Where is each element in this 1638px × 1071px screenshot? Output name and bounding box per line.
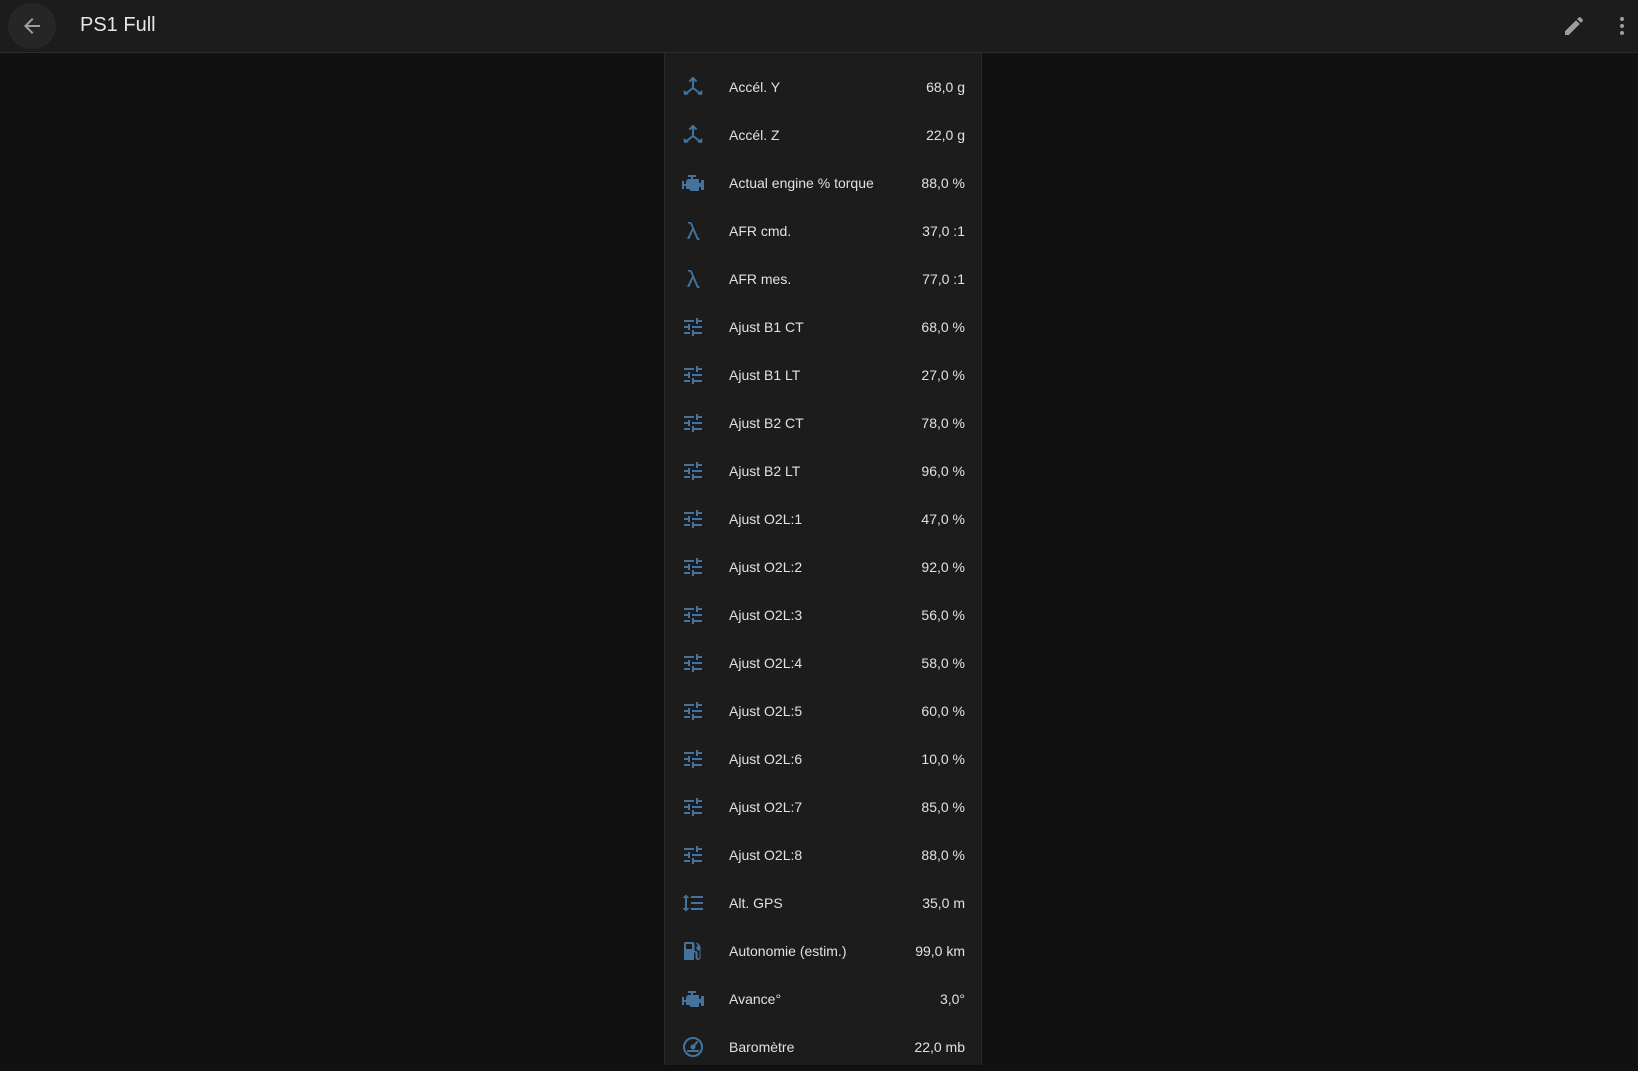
- edit-button[interactable]: [1556, 8, 1592, 44]
- entity-row[interactable]: AFR cmd. 37,0 :1: [665, 207, 981, 255]
- entity-value: 99,0 km: [915, 943, 965, 959]
- lambda-icon: [681, 267, 705, 291]
- entity-name: Accél. Z: [729, 127, 780, 143]
- entity-value: 10,0 %: [921, 751, 965, 767]
- entity-row[interactable]: Ajust O2L:8 88,0 %: [665, 831, 981, 879]
- entity-value: 47,0 %: [921, 511, 965, 527]
- more-options-button[interactable]: [1608, 8, 1636, 44]
- entity-name: Ajust B1 CT: [729, 319, 804, 335]
- entity-row[interactable]: Ajust O2L:5 60,0 %: [665, 687, 981, 735]
- format-line-spacing-icon: [681, 891, 705, 915]
- tune-icon: [681, 411, 705, 435]
- entity-value: 35,0 m: [922, 895, 965, 911]
- entity-row[interactable]: Ajust B1 LT 27,0 %: [665, 351, 981, 399]
- entity-name: Alt. GPS: [729, 895, 783, 911]
- entity-name: Ajust O2L:6: [729, 751, 803, 767]
- engine-icon: [681, 987, 705, 1011]
- entity-value: 78,0 %: [921, 415, 965, 431]
- page-title: PS1 Full: [80, 14, 156, 36]
- entity-value: 88,0 %: [921, 175, 965, 191]
- entity-name: Baromètre: [729, 1039, 795, 1055]
- entity-row[interactable]: Ajust B1 CT 68,0 %: [665, 303, 981, 351]
- entity-value: 58,0 %: [921, 655, 965, 671]
- entity-name: AFR cmd.: [729, 223, 792, 239]
- tune-icon: [681, 747, 705, 771]
- tune-icon: [681, 363, 705, 387]
- tune-icon: [681, 315, 705, 339]
- toolbar: PS1 Full: [0, 0, 1638, 53]
- entity-value: 68,0 %: [921, 319, 965, 335]
- entity-value: 22,0 g: [926, 127, 965, 143]
- entity-row[interactable]: Ajust O2L:4 58,0 %: [665, 639, 981, 687]
- tune-icon: [681, 459, 705, 483]
- entity-row[interactable]: Accél. Y 68,0 g: [665, 63, 981, 111]
- entity-row[interactable]: Ajust B2 CT 78,0 %: [665, 399, 981, 447]
- entity-row[interactable]: Ajust O2L:3 56,0 %: [665, 591, 981, 639]
- entity-row[interactable]: Autonomie (estim.) 99,0 km: [665, 927, 981, 975]
- arrow-left-icon: [20, 14, 44, 38]
- entity-row[interactable]: Ajust O2L:1 47,0 %: [665, 495, 981, 543]
- tune-icon: [681, 795, 705, 819]
- entity-value: 3,0°: [939, 991, 965, 1007]
- entity-row[interactable]: Avance° 3,0°: [665, 975, 981, 1023]
- entity-name: Ajust B2 LT: [729, 463, 801, 479]
- entity-row[interactable]: AFR mes. 77,0 :1: [665, 255, 981, 303]
- entity-name: Ajust O2L:4: [729, 655, 803, 671]
- entity-value: 68,0 g: [926, 79, 965, 95]
- entity-row[interactable]: Accél. Z 22,0 g: [665, 111, 981, 159]
- entity-value: 22,0 mb: [914, 1039, 965, 1055]
- entity-name: Ajust O2L:3: [729, 607, 803, 623]
- entity-value: 96,0 %: [921, 463, 965, 479]
- entity-value: 85,0 %: [921, 799, 965, 815]
- axis-arrow-icon: [681, 75, 705, 99]
- entity-name: Ajust O2L:1: [729, 511, 803, 527]
- entity-value: 77,0 :1: [922, 271, 965, 287]
- engine-icon: [681, 171, 705, 195]
- back-button[interactable]: [8, 3, 56, 49]
- entity-name: Ajust O2L:2: [729, 559, 803, 575]
- entity-row[interactable]: Ajust O2L:6 10,0 %: [665, 735, 981, 783]
- entity-name: Accél. Y: [729, 79, 781, 95]
- entity-row[interactable]: Actual engine % torque 88,0 %: [665, 159, 981, 207]
- axis-arrow-icon: [681, 123, 705, 147]
- entity-value: 37,0 :1: [922, 223, 965, 239]
- entity-name: Ajust O2L:5: [729, 703, 803, 719]
- entity-name: Ajust O2L:7: [729, 799, 803, 815]
- entity-row[interactable]: Ajust O2L:7 85,0 %: [665, 783, 981, 831]
- lambda-icon: [681, 219, 705, 243]
- entity-name: AFR mes.: [729, 271, 792, 287]
- entity-row[interactable]: Ajust O2L:2 92,0 %: [665, 543, 981, 591]
- entity-name: Ajust O2L:8: [729, 847, 803, 863]
- entity-row[interactable]: Baromètre 22,0 mb: [665, 1023, 981, 1071]
- entity-name: Actual engine % torque: [729, 175, 874, 191]
- entity-name: Ajust B1 LT: [729, 367, 801, 383]
- pencil-icon: [1562, 14, 1586, 38]
- entity-name: Avance°: [729, 991, 782, 1007]
- gauge-icon: [681, 1035, 705, 1059]
- entity-value: 56,0 %: [921, 607, 965, 623]
- tune-icon: [681, 699, 705, 723]
- gas-station-icon: [681, 939, 705, 963]
- dots-vertical-icon: [1610, 14, 1634, 38]
- entity-row[interactable]: Alt. GPS 35,0 m: [665, 879, 981, 927]
- entity-value: 88,0 %: [921, 847, 965, 863]
- entity-value: 92,0 %: [921, 559, 965, 575]
- tune-icon: [681, 603, 705, 627]
- entity-name: Autonomie (estim.): [729, 943, 847, 959]
- entity-row[interactable]: Ajust B2 LT 96,0 %: [665, 447, 981, 495]
- tune-icon: [681, 555, 705, 579]
- tune-icon: [681, 507, 705, 531]
- entity-value: 27,0 %: [921, 367, 965, 383]
- entity-value: 60,0 %: [921, 703, 965, 719]
- entities-card: Accél. Y 68,0 g Accél. Z 22,0 g Actual engin…: [664, 53, 982, 1065]
- tune-icon: [681, 651, 705, 675]
- tune-icon: [681, 843, 705, 867]
- entity-name: Ajust B2 CT: [729, 415, 804, 431]
